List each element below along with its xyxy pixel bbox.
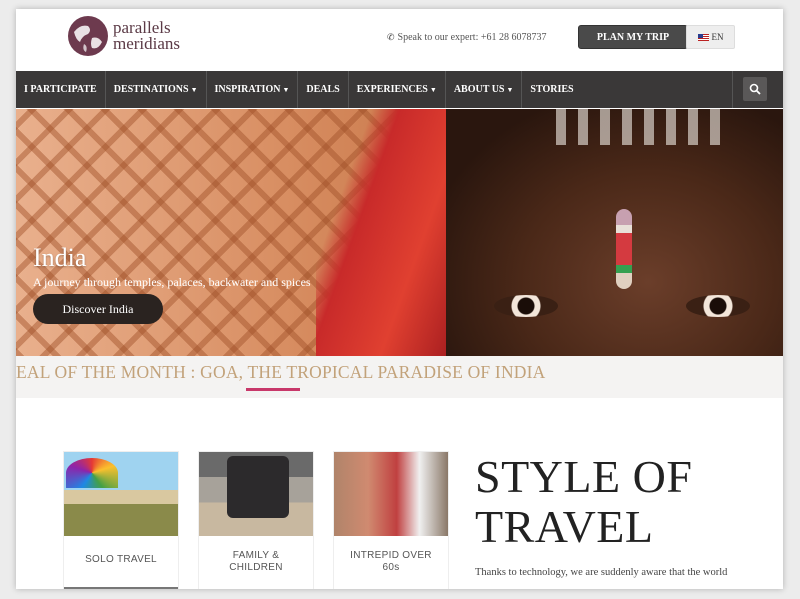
main-nav: I PARTICIPATE DESTINATIONS ▼ INSPIRATION ▼… <box>16 71 783 108</box>
nav-label: DEALS <box>306 84 340 95</box>
eye-left <box>494 295 558 317</box>
caret-down-icon: ▼ <box>429 85 437 94</box>
card-family-children[interactable]: FAMILY & CHILDREN <box>198 451 314 589</box>
nav-item-deals[interactable]: DEALS <box>298 71 349 108</box>
hero-photo-jewels <box>556 109 726 145</box>
nav-label: ABOUT US <box>453 84 505 95</box>
hero-photo-bindi <box>616 209 632 289</box>
solo-travel-image <box>64 452 178 536</box>
heading-line-1: STYLE OF <box>475 451 693 502</box>
expert-contact[interactable]: ✆ Speak to our expert: +61 28 6078737 <box>387 32 547 43</box>
caret-down-icon: ▼ <box>282 85 290 94</box>
hero-photo-eyes <box>486 295 783 325</box>
logo-line-2: meridians <box>113 34 181 53</box>
globe-logo-icon <box>68 16 108 56</box>
nav-divider <box>732 71 733 108</box>
search-button[interactable] <box>743 77 767 101</box>
language-selector[interactable]: EN <box>686 25 735 49</box>
discover-india-button[interactable]: Discover India <box>33 294 163 324</box>
deal-of-month-text[interactable]: EAL OF THE MONTH : GOA, THE TROPICAL PAR… <box>16 362 546 383</box>
language-label: EN <box>711 32 724 42</box>
phone-icon: ✆ <box>387 32 395 42</box>
nav-label: INSPIRATION <box>214 84 281 95</box>
nav-label: STORIES <box>530 84 574 95</box>
style-of-travel-heading: STYLE OF TRAVEL <box>475 452 692 552</box>
card-solo-travel[interactable]: SOLO TRAVEL <box>63 451 179 589</box>
logo-wordmark: parallels meridians <box>113 19 181 53</box>
heading-line-2: TRAVEL <box>475 501 654 552</box>
browser-page: parallels meridians ✆ Speak to our exper… <box>16 9 783 589</box>
card-label: FAMILY & CHILDREN <box>229 550 283 573</box>
eye-right <box>686 295 750 317</box>
deal-underline <box>246 388 300 391</box>
hero-banner: India A journey through temples, palaces… <box>16 109 783 356</box>
nav-item-i-participate[interactable]: I PARTICIPATE <box>16 71 106 108</box>
deal-of-month-band[interactable]: EAL OF THE MONTH : GOA, THE TROPICAL PAR… <box>16 356 783 398</box>
nav-item-destinations[interactable]: DESTINATIONS ▼ <box>106 71 207 108</box>
intrepid-over-60s-image <box>334 452 448 536</box>
site-logo[interactable]: parallels meridians <box>66 14 180 58</box>
card-intrepid-over-60s[interactable]: INTREPID OVER 60s <box>333 451 449 589</box>
caret-down-icon: ▼ <box>190 85 198 94</box>
nav-label: EXPERIENCES <box>356 84 428 95</box>
family-children-image <box>199 452 313 536</box>
nav-item-experiences[interactable]: EXPERIENCES ▼ <box>349 71 446 108</box>
nav-item-inspiration[interactable]: INSPIRATION ▼ <box>207 71 299 108</box>
plan-my-trip-button[interactable]: PLAN MY TRIP <box>578 25 688 49</box>
hero-subtitle: A journey through temples, palaces, back… <box>33 275 311 289</box>
search-icon <box>749 83 761 95</box>
caret-down-icon: ▼ <box>506 85 514 94</box>
nav-item-about-us[interactable]: ABOUT US ▼ <box>446 71 523 108</box>
style-of-travel-body: Thanks to technology, we are suddenly aw… <box>475 567 728 578</box>
nav-item-stories[interactable]: STORIES <box>522 71 581 108</box>
card-label: INTREPID OVER 60s <box>350 550 432 573</box>
us-flag-icon <box>697 33 709 41</box>
card-label: SOLO TRAVEL <box>85 554 157 565</box>
nav-label: DESTINATIONS <box>113 84 189 95</box>
nav-label: I PARTICIPATE <box>24 84 97 95</box>
site-header: parallels meridians ✆ Speak to our exper… <box>16 9 783 71</box>
expert-text: Speak to our expert: +61 28 6078737 <box>397 32 547 43</box>
hero-title: India <box>33 243 87 272</box>
